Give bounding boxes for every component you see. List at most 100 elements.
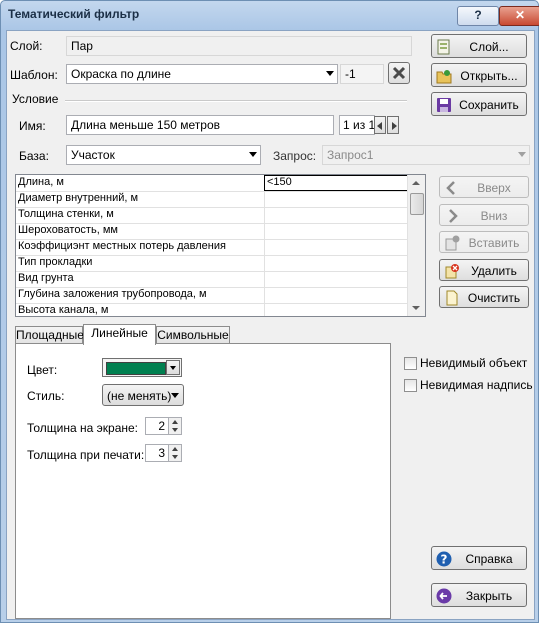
close-button[interactable]: Закрыть (431, 583, 527, 607)
table-scrollbar[interactable] (407, 175, 425, 316)
insert-button[interactable]: Вставить (439, 231, 529, 253)
scroll-up-button[interactable] (408, 175, 424, 191)
condition-divider (65, 100, 407, 102)
screen-width-value[interactable]: 2 (145, 417, 169, 435)
table-row[interactable]: Длина, м <150 (16, 175, 412, 192)
open-button-label: Открыть... (460, 69, 518, 83)
query-combo-value: Запрос1 (327, 148, 374, 162)
title-bar: Тематический фильтр ? ✕ (1, 1, 539, 27)
save-button[interactable]: Сохранить (431, 92, 527, 116)
clear-label: Очистить (467, 291, 521, 305)
field-value-cell[interactable] (264, 303, 412, 316)
window-title: Тематический фильтр (8, 7, 140, 21)
tab-linear[interactable]: Линейные (83, 324, 156, 345)
tab-areal[interactable]: Площадные (15, 326, 84, 344)
table-row[interactable]: Высота канала, м (16, 303, 412, 316)
field-value-cell[interactable] (264, 239, 412, 255)
table-row[interactable]: Шероховатость, мм (16, 223, 412, 240)
field-name-cell: Толщина стенки, м (18, 208, 114, 220)
invisible-object-checkbox[interactable] (404, 357, 417, 370)
chevron-right-icon (449, 209, 458, 223)
table-row[interactable]: Толщина стенки, м (16, 207, 412, 224)
scroll-down-button[interactable] (408, 300, 424, 316)
invisible-object-label: Невидимый объект (420, 356, 528, 370)
delete-button[interactable]: Удалить (439, 259, 529, 281)
table-row[interactable]: Глубина заложения трубопровода, м (16, 287, 412, 304)
exit-icon (436, 588, 452, 604)
move-down-button[interactable]: Вниз (439, 204, 529, 226)
template-index: -1 (340, 64, 384, 84)
dialog-window: Тематический фильтр ? ✕ Слой: Пар Слой..… (0, 0, 539, 623)
layer-button[interactable]: Слой... (431, 34, 527, 58)
arrow-right-icon (392, 122, 397, 130)
field-value-cell[interactable] (264, 223, 412, 239)
field-name-cell: Вид грунта (18, 272, 74, 284)
clear-button[interactable]: Очистить (439, 286, 529, 308)
table-row[interactable]: Тип прокладки (16, 255, 412, 272)
field-name-cell: Глубина заложения трубопровода, м (18, 288, 207, 300)
screen-width-stepper[interactable]: 2 (145, 417, 183, 435)
field-value-cell[interactable] (264, 207, 412, 223)
help-icon: ? (436, 551, 452, 567)
chevron-down-icon (249, 152, 257, 157)
insert-icon (445, 235, 460, 251)
scroll-thumb[interactable] (410, 193, 424, 215)
template-combo-value: Окраска по длине (71, 67, 171, 81)
query-combo: Запрос1 (322, 145, 530, 165)
print-width-updown[interactable] (168, 444, 182, 462)
condition-group-label: Условие (12, 92, 59, 106)
print-width-stepper[interactable]: 3 (145, 444, 183, 462)
name-input[interactable]: Длина меньше 150 метров (66, 115, 334, 135)
clear-icon (446, 290, 458, 306)
tab-symbol[interactable]: Символьные (156, 326, 230, 344)
title-help-button[interactable]: ? (457, 6, 499, 26)
fields-table[interactable]: Длина, м <150 Диаметр внутренний, м Толщина… (15, 174, 426, 317)
field-value-cell[interactable] (264, 191, 412, 207)
field-value-cell[interactable] (264, 287, 412, 303)
layer-label: Слой: (10, 39, 43, 53)
chevron-down-icon (326, 71, 334, 76)
arrow-down-icon (172, 428, 178, 432)
invisible-label-checkbox[interactable] (404, 379, 417, 392)
next-condition-button[interactable] (387, 116, 399, 134)
field-value-text: <150 (267, 176, 292, 188)
insert-label: Вставить (468, 236, 520, 250)
color-dropdown-button[interactable] (166, 360, 180, 375)
print-width-label: Толщина при печати: (27, 448, 145, 462)
field-value-cell[interactable]: <150 (264, 175, 412, 191)
field-value-cell[interactable] (264, 271, 412, 287)
screen-width-updown[interactable] (168, 417, 182, 435)
field-name-cell: Длина, м (18, 176, 64, 188)
table-row[interactable]: Диаметр внутренний, м (16, 191, 412, 208)
template-clear-button[interactable] (388, 62, 410, 84)
chevron-down-icon (518, 152, 526, 157)
title-close-button[interactable]: ✕ (499, 6, 539, 26)
field-name-cell: Высота канала, м (18, 304, 109, 316)
field-name-cell: Шероховатость, мм (18, 224, 118, 236)
template-label: Шаблон: (10, 68, 58, 82)
svg-text:?: ? (441, 553, 448, 567)
table-row[interactable]: Коэффициэнт местных потерь давления (16, 239, 412, 256)
prev-condition-button[interactable] (374, 116, 386, 134)
table-row[interactable]: Вид грунта (16, 271, 412, 288)
move-up-button[interactable]: Вверх (439, 176, 529, 198)
base-combo[interactable]: Участок (66, 145, 261, 165)
layer-button-label: Слой... (469, 40, 509, 54)
arrow-up-icon (172, 447, 178, 451)
condition-counter: 1 из 1 (339, 115, 375, 135)
help-button[interactable]: ? Справка (431, 546, 527, 570)
layer-field: Пар (66, 36, 412, 56)
move-down-label: Вниз (480, 209, 508, 223)
color-picker[interactable] (102, 358, 182, 377)
arrow-down-icon (412, 306, 420, 310)
template-combo[interactable]: Окраска по длине (66, 64, 338, 84)
linear-tab-panel: Цвет: Стиль: (не менять) Толщина на экра… (15, 343, 391, 619)
field-value-cell[interactable] (264, 255, 412, 271)
print-width-value[interactable]: 3 (145, 444, 169, 462)
field-name-cell: Диаметр внутренний, м (18, 192, 139, 204)
chevron-down-icon (170, 366, 176, 370)
open-button[interactable]: Открыть... (431, 63, 527, 87)
move-up-label: Вверх (477, 181, 511, 195)
style-combo[interactable]: (не менять) (102, 384, 184, 406)
delete-icon (445, 264, 459, 279)
